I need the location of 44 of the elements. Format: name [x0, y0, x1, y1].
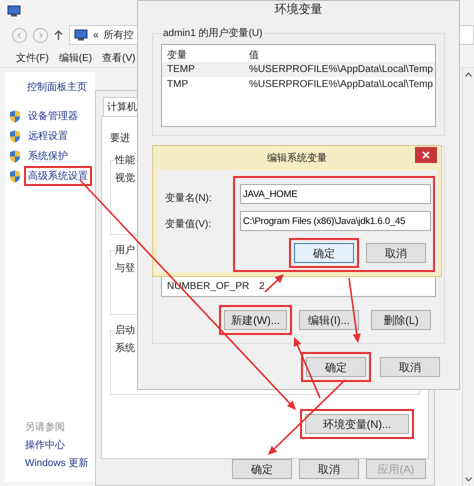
environment-variables-button[interactable]: 环境变量(N)... [305, 414, 409, 434]
field-label: 变量名(N): [165, 192, 213, 205]
window-title: 环境变量 [274, 1, 324, 18]
list-cell: %USERPROFILE%\AppData\Local\Temp [249, 64, 433, 75]
input-field[interactable]: JAVA_HOME [240, 184, 431, 204]
dialog-button[interactable]: 确定 [306, 357, 366, 377]
task-link[interactable]: 设备管理器 [24, 106, 82, 126]
list-row[interactable]: TEMP %USERPROFILE%\AppData\Local\Temp [162, 62, 435, 77]
group-title: admin1 的用户变量(U) [162, 26, 264, 40]
task-link[interactable]: 远程设置 [24, 126, 72, 146]
home-link[interactable]: 控制面板主页 [27, 80, 95, 94]
window-title: 编辑系统变量 [267, 152, 327, 165]
dialog-button[interactable]: 取消 [366, 243, 426, 263]
menu-item[interactable]: 编辑(E) [58, 50, 92, 64]
list-cell: 2 [259, 281, 265, 292]
dialog-button[interactable]: 确定 [294, 243, 354, 263]
group-text: 视觉 [115, 173, 135, 184]
column-header[interactable]: 值 [249, 48, 259, 62]
group-title: 启动 [115, 324, 135, 337]
dialog-button[interactable]: 删除(L) [371, 310, 431, 330]
dialog-button[interactable]: 确定 [232, 459, 292, 479]
dialog-button[interactable]: 编辑(I)... [299, 310, 359, 330]
dialog-button[interactable]: 取消 [380, 357, 440, 377]
intro-text: 要进 [110, 132, 131, 145]
list-cell: TEMP [167, 64, 195, 75]
task-link[interactable]: 系统保护 [24, 146, 72, 166]
group-title: 用户 [115, 244, 135, 257]
group-text: 与登 [115, 263, 135, 274]
menu-item[interactable]: 查看(V) [102, 50, 136, 64]
dialog-button[interactable]: 新建(W)... [224, 310, 287, 330]
see-also-link[interactable]: Windows 更新 [9, 456, 95, 470]
group-title: 性能 [115, 154, 135, 167]
input-field[interactable]: C:\Program Files (x86)\Java\jdk1.6.0_45 [240, 211, 431, 231]
column-header[interactable]: 变量 [167, 48, 187, 62]
group-text: 系统 [115, 343, 135, 354]
menu-item[interactable]: 文件(F) [16, 50, 49, 64]
see-also-heading: 另请参阅 [24, 420, 66, 434]
list-box[interactable]: 变量 值 TEMP %USERPROFILE%\AppData\Local\Temp TMP %USERPROFILE%\AppData\Local\Temp [161, 44, 436, 127]
dialog-button[interactable]: 取消 [299, 459, 359, 479]
see-also-link[interactable]: 操作中心 [9, 438, 95, 452]
list-cell: %USERPROFILE%\AppData\Local\Temp [249, 79, 433, 90]
list-cell: TMP [167, 79, 188, 90]
field-label: 变量值(V): [165, 218, 212, 231]
task-link[interactable]: 高级系统设置 [24, 166, 92, 186]
